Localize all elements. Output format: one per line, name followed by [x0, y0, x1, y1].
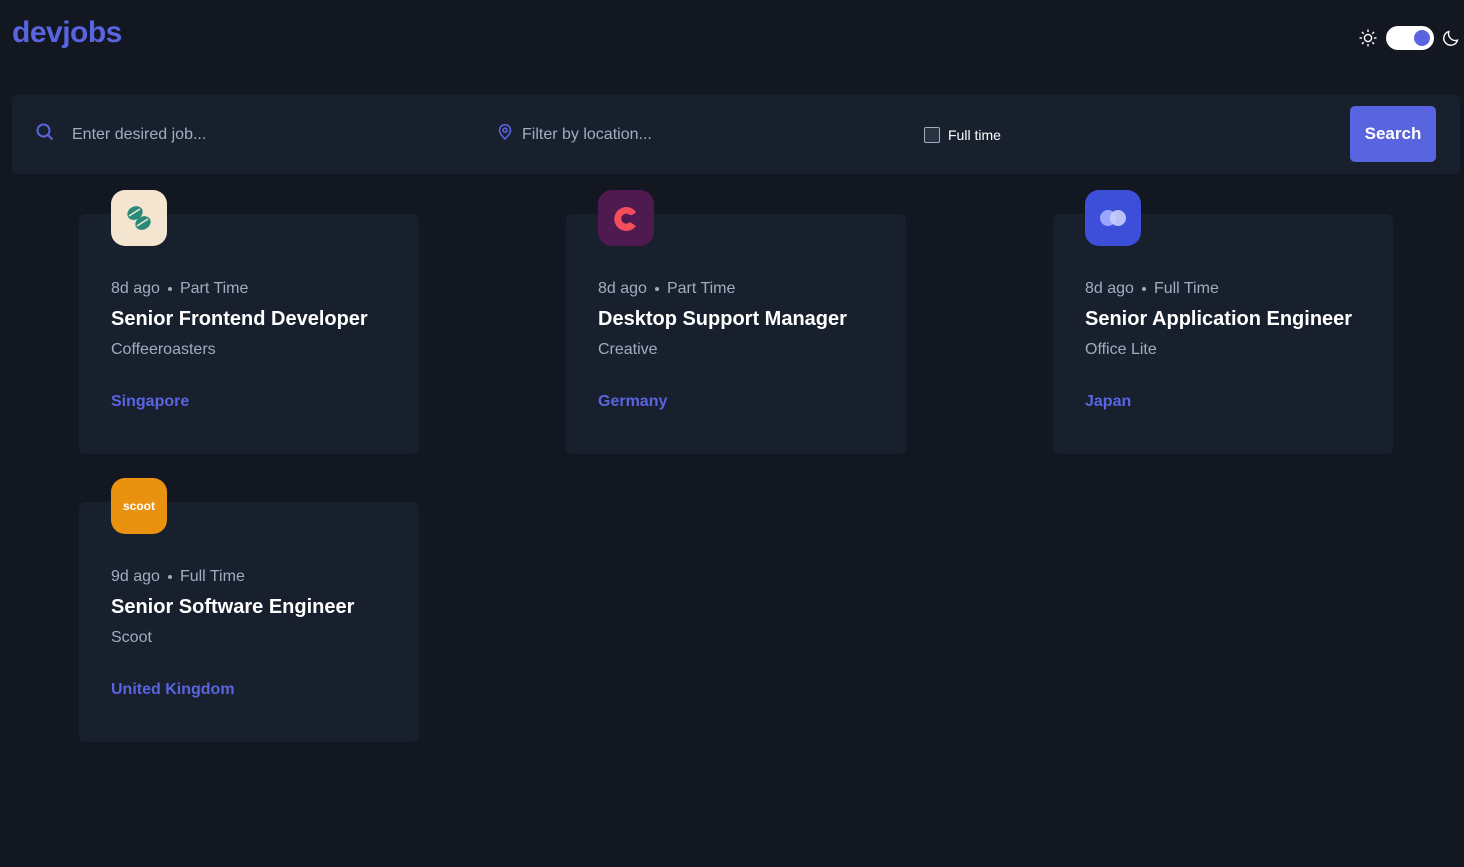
job-filter [36, 95, 466, 174]
job-meta: 8d ago Part Time [111, 280, 248, 298]
search-icon [36, 123, 54, 146]
job-title[interactable]: Desktop Support Manager [598, 308, 847, 331]
company-name: Scoot [111, 629, 152, 646]
location-pin-icon [498, 123, 512, 145]
company-name: Office Lite [1085, 341, 1157, 358]
job-location: Germany [598, 393, 668, 410]
posted-time: 8d ago [111, 280, 160, 297]
company-name: Creative [598, 341, 658, 358]
contract-type: Part Time [179, 280, 249, 297]
officelite-logo-icon [1085, 190, 1141, 246]
fulltime-filter[interactable]: Full time [924, 95, 1001, 174]
posted-time: 8d ago [598, 280, 647, 297]
moon-icon [1442, 29, 1460, 47]
job-card[interactable]: 8d ago Part Time Senior Frontend Develop… [79, 190, 419, 454]
contract-type: Full Time [179, 568, 245, 585]
job-meta: 8d ago Full Time [1085, 280, 1219, 298]
contract-type: Part Time [666, 280, 736, 297]
job-search-input[interactable] [72, 125, 402, 144]
separator-dot [654, 287, 659, 291]
posted-time: 9d ago [111, 568, 160, 585]
theme-toggle-knob [1414, 30, 1430, 46]
job-card[interactable]: scoot 9d ago Full Time Senior Software E… [79, 478, 419, 742]
posted-time: 8d ago [1085, 280, 1134, 297]
job-location: Singapore [111, 393, 190, 410]
header: devjobs [0, 0, 1464, 80]
location-input[interactable] [522, 125, 852, 144]
job-location: Japan [1085, 393, 1132, 410]
job-card[interactable]: 8d ago Full Time Senior Application Engi… [1053, 190, 1393, 454]
scoot-logo-icon: scoot [111, 478, 167, 534]
separator-dot [167, 575, 172, 579]
theme-switcher [1358, 26, 1460, 50]
job-card[interactable]: 8d ago Part Time Desktop Support Manager… [566, 190, 906, 454]
job-title[interactable]: Senior Frontend Developer [111, 308, 368, 331]
coffeeroasters-logo-icon [111, 190, 167, 246]
job-title[interactable]: Senior Software Engineer [111, 596, 354, 619]
theme-toggle[interactable] [1386, 26, 1434, 50]
contract-type: Full Time [1153, 280, 1219, 297]
app-logo[interactable]: devjobs [12, 16, 122, 50]
separator-dot [1141, 287, 1146, 291]
scoot-logo-text: scoot [122, 499, 155, 513]
company-name: Coffeeroasters [111, 341, 216, 358]
job-meta: 8d ago Part Time [598, 280, 735, 298]
fulltime-checkbox[interactable] [924, 126, 940, 143]
separator-dot [167, 287, 172, 291]
job-title[interactable]: Senior Application Engineer [1085, 308, 1352, 331]
location-filter [498, 95, 888, 174]
search-bar: Full time Search [12, 95, 1460, 174]
job-meta: 9d ago Full Time [111, 568, 245, 586]
sun-icon [1358, 28, 1378, 48]
creative-logo-icon [598, 190, 654, 246]
search-button[interactable]: Search [1350, 106, 1436, 162]
job-location: United Kingdom [111, 681, 235, 698]
fulltime-label: Full time [948, 126, 1001, 143]
